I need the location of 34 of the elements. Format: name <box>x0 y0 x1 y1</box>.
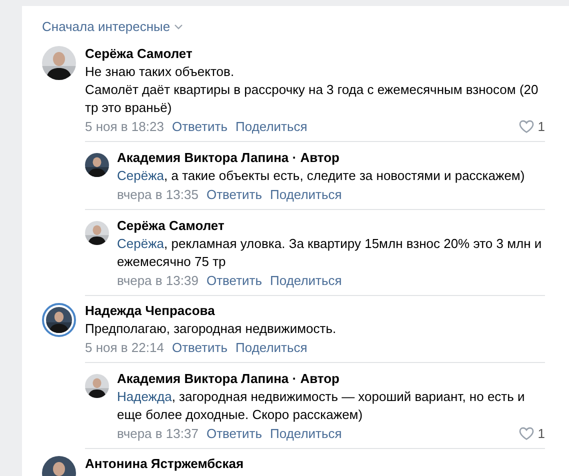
mention-link[interactable]: Серёжа <box>117 236 164 251</box>
like-button[interactable]: 1 <box>518 424 545 443</box>
share-link[interactable]: Поделиться <box>270 424 342 443</box>
comment-date: вчера в 13:37 <box>117 425 198 443</box>
reply-link[interactable]: Ответить <box>206 185 262 204</box>
author-name[interactable]: Академия Виктора Лапина · Автор <box>117 149 545 167</box>
mention-link[interactable]: Серёжа <box>117 168 164 183</box>
share-link[interactable]: Поделиться <box>270 271 342 290</box>
author-name[interactable]: Академия Виктора Лапина · Автор <box>117 370 545 388</box>
share-link[interactable]: Поделиться <box>270 185 342 204</box>
reply-link[interactable]: Ответить <box>206 424 262 443</box>
comment-text: Не знаю таких объектов. <box>85 63 236 81</box>
comment-date: 5 ноя в 22:14 <box>85 339 164 357</box>
author-name[interactable]: Антонина Ястржембская <box>85 455 545 473</box>
sort-dropdown[interactable]: Сначала интересные <box>42 18 170 36</box>
author-name[interactable]: Серёжа Самолет <box>117 217 545 235</box>
comment-date: вчера в 13:39 <box>117 272 198 290</box>
mention-link[interactable]: Надежда <box>117 389 172 404</box>
comment-date: вчера в 13:35 <box>117 186 198 204</box>
like-button[interactable]: 1 <box>518 117 545 136</box>
author-name[interactable]: Надежда Чепрасова <box>85 302 545 320</box>
comment-text: Предполагаю, загородная недвижимость. <box>85 320 338 338</box>
comment-text: Серёжа, рекламная уловка. За квартиру 15млн взнос 20% это 3 млн и ежемесячно 75 тр <box>117 235 543 271</box>
chevron-down-icon[interactable] <box>174 24 184 30</box>
share-link[interactable]: Поделиться <box>236 117 308 136</box>
share-link[interactable]: Поделиться <box>236 338 308 357</box>
reply-link[interactable]: Ответить <box>172 117 228 136</box>
reply-link[interactable]: Ответить <box>206 271 262 290</box>
comment-text: Самолёт даёт квартиры в рассрочку на 3 года с ежемесячным взносом (20 тр это враньё) <box>85 81 540 117</box>
comment-text: Серёжа, а такие объекты есть, следите за новостями и расскажем) <box>117 167 526 185</box>
comment-date: 5 ноя в 18:23 <box>85 118 164 136</box>
comment-text: Надежда, загородная недвижимость — хороший вариант, но есть и еще более доходные. Скоро расскажем) <box>117 388 526 424</box>
reply-link[interactable]: Ответить <box>172 338 228 357</box>
author-name[interactable]: Серёжа Самолет <box>85 45 545 63</box>
